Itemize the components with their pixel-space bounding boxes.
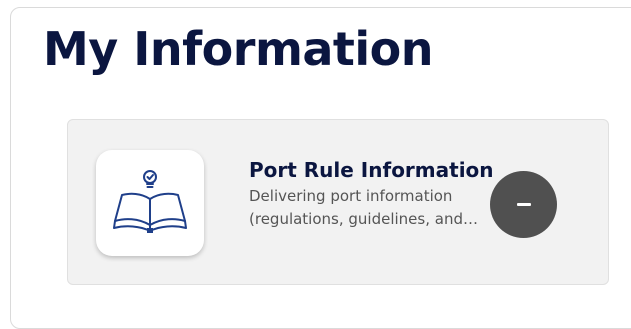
- collapse-button[interactable]: [490, 171, 557, 238]
- minus-icon: [516, 203, 531, 206]
- card-description: Delivering port information (regulations…: [249, 187, 463, 228]
- port-rule-information-card[interactable]: Port Rule Information Delivering port in…: [67, 119, 609, 285]
- card-icon-tile: [96, 150, 204, 256]
- open-book-lightbulb-icon: [113, 170, 187, 233]
- page-title: My Information: [43, 22, 434, 76]
